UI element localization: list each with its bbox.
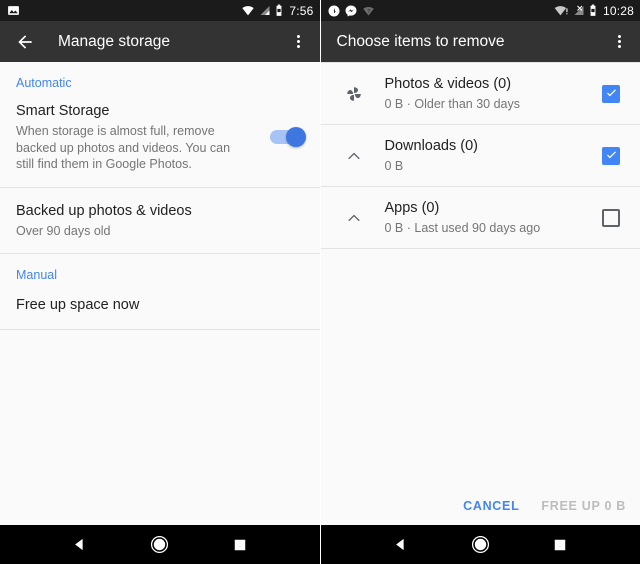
item-title: Apps (0): [384, 200, 440, 216]
overflow-menu-button[interactable]: [282, 25, 316, 59]
chevron-up-icon: [345, 209, 363, 227]
free-up-button: FREE UP 0 B: [541, 499, 626, 513]
wifi-icon: [241, 4, 255, 17]
left-app-bar: Manage storage: [0, 21, 320, 62]
right-status-system-icons: 10:28: [554, 4, 634, 17]
item-checkbox[interactable]: [602, 146, 620, 165]
left-status-clock: 7:56: [289, 3, 314, 18]
row-backed-up-photos[interactable]: Backed up photos & videos Over 90 days o…: [0, 188, 320, 254]
nav-home-button[interactable]: [460, 525, 500, 564]
item-subtitle: 0 B · Older than 30 days: [384, 97, 521, 111]
check-icon: [605, 149, 618, 162]
section-label-manual: Manual: [16, 268, 57, 282]
smart-storage-toggle[interactable]: [269, 127, 306, 148]
list-item[interactable]: Downloads (0) 0 B: [321, 125, 640, 186]
image-icon: [7, 4, 20, 17]
clock-icon: [328, 5, 340, 17]
bottom-action-bar: CANCEL FREE UP 0 B: [321, 499, 640, 525]
left-phone-screen: 7:56 Manage storage Automatic Smart Stor…: [0, 0, 321, 564]
right-app-bar: Choose items to remove: [320, 21, 640, 62]
more-vert-icon: [617, 35, 621, 48]
svg-text:?: ?: [367, 9, 370, 15]
row-smart-storage-texts: Smart Storage When storage is almost ful…: [16, 102, 260, 173]
row-backed-up-photos-title: Backed up photos & videos: [16, 202, 192, 219]
check-icon: [605, 87, 618, 100]
nav-back-button[interactable]: [60, 525, 100, 564]
row-smart-storage-title: Smart Storage: [16, 103, 110, 119]
list-item[interactable]: Apps (0) 0 B · Last used 90 days ago: [321, 187, 640, 248]
overflow-menu-button[interactable]: [602, 25, 636, 59]
section-label-automatic: Automatic: [16, 76, 72, 90]
item-title: Photos & videos (0): [384, 76, 512, 92]
chevron-up-icon: [345, 147, 363, 165]
right-status-clock: 10:28: [602, 3, 634, 18]
battery-icon: [589, 4, 597, 17]
toggle-thumb: [285, 127, 306, 148]
item-checkbox[interactable]: [602, 208, 620, 227]
nav-back-button[interactable]: [380, 525, 420, 564]
nav-back-triangle-icon: [72, 537, 87, 552]
item-subtitle: 0 B · Last used 90 days ago: [384, 221, 541, 235]
left-status-system-icons: 7:56: [241, 4, 313, 17]
row-smart-storage[interactable]: Smart Storage When storage is almost ful…: [0, 90, 320, 187]
right-content: Photos & videos (0) 0 B · Older than 30 …: [320, 62, 640, 525]
nav-home-circle-icon: [150, 535, 169, 554]
wifi-question-icon: ?: [362, 5, 375, 17]
item-texts: Downloads (0) 0 B: [385, 137, 593, 174]
nav-recents-button[interactable]: [220, 525, 260, 564]
item-title: Downloads (0): [384, 138, 479, 154]
right-status-bar: ? 10:28: [320, 0, 640, 21]
item-texts: Photos & videos (0) 0 B · Older than 30 …: [385, 75, 593, 112]
item-checkbox[interactable]: [602, 84, 620, 103]
item-texts: Apps (0) 0 B · Last used 90 days ago: [385, 199, 593, 236]
list-item[interactable]: Photos & videos (0) 0 B · Older than 30 …: [321, 63, 640, 124]
cell-signal-off-icon: [573, 4, 585, 17]
row-smart-storage-subtitle: When storage is almost full, remove back…: [16, 124, 231, 171]
nav-home-circle-icon: [471, 535, 490, 554]
dual-screenshot-container: 7:56 Manage storage Automatic Smart Stor…: [0, 0, 640, 564]
item-leading-icon-slot[interactable]: [337, 201, 371, 235]
left-navigation-bar: [0, 525, 320, 564]
cancel-button[interactable]: CANCEL: [463, 499, 519, 513]
row-free-up-space-now-title: Free up space now: [16, 297, 140, 313]
nav-recents-square-icon: [233, 538, 247, 552]
row-backed-up-photos-texts: Backed up photos & videos Over 90 days o…: [16, 202, 304, 240]
nav-back-triangle-icon: [393, 537, 408, 552]
back-button[interactable]: [8, 25, 42, 59]
messenger-icon: [345, 5, 357, 17]
wifi-alert-icon: [554, 4, 569, 17]
left-content: Automatic Smart Storage When storage is …: [0, 62, 320, 525]
divider: [320, 248, 640, 249]
nav-recents-square-icon: [553, 538, 567, 552]
row-free-up-space-now[interactable]: Free up space now: [0, 282, 320, 329]
cell-signal-icon: [259, 4, 271, 17]
page-title: Choose items to remove: [336, 32, 505, 50]
right-phone-screen: ? 10:28 Choose items to remove Photos & …: [320, 0, 640, 564]
nav-recents-button[interactable]: [540, 525, 580, 564]
more-vert-icon: [297, 35, 300, 48]
row-free-up-space-now-texts: Free up space now: [16, 296, 304, 315]
row-backed-up-photos-subtitle: Over 90 days old: [16, 223, 111, 238]
item-subtitle: 0 B: [384, 159, 404, 173]
item-leading-icon-slot[interactable]: [337, 139, 371, 173]
left-status-bar: 7:56: [0, 0, 320, 21]
right-status-notification-icons: ?: [328, 5, 554, 17]
left-status-notification-icons: [7, 4, 241, 17]
right-navigation-bar: [320, 525, 640, 564]
divider: [0, 329, 320, 330]
arrow-back-icon: [15, 32, 35, 52]
item-leading-icon-slot: [337, 77, 371, 111]
page-title: Manage storage: [58, 32, 171, 50]
nav-home-button[interactable]: [140, 525, 180, 564]
google-photos-pinwheel-icon: [343, 83, 365, 105]
battery-icon: [275, 4, 283, 17]
